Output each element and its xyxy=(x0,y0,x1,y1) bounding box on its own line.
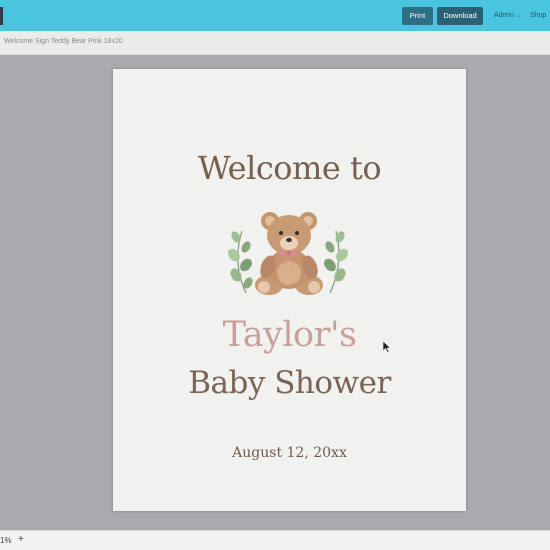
admin-menu-label: Admin xyxy=(494,12,514,19)
shop-link[interactable]: Shop xyxy=(530,7,546,25)
download-button[interactable]: Download xyxy=(437,7,483,25)
document-title: Welcome Sign Teddy Bear Pink 18x20 xyxy=(4,38,123,45)
event-date-text[interactable]: August 12, 20xx xyxy=(113,445,466,461)
print-button[interactable]: Print xyxy=(402,7,433,25)
zoom-level: 1% xyxy=(0,536,12,545)
event-title-text[interactable]: Baby Shower xyxy=(113,365,466,401)
teddy-bear-illustration[interactable] xyxy=(224,203,352,301)
mouse-cursor-icon xyxy=(383,341,391,353)
chevron-down-icon: ⌄ xyxy=(515,13,521,19)
document-bar: Welcome Sign Teddy Bear Pink 18x20 xyxy=(0,31,550,55)
welcome-text[interactable]: Welcome to xyxy=(113,149,466,187)
top-toolbar: Print Download Admin ⌄ Shop xyxy=(0,0,550,31)
guest-name-text[interactable]: Taylor's xyxy=(113,315,466,355)
eucalyptus-right-icon xyxy=(324,230,348,294)
admin-menu[interactable]: Admin ⌄ xyxy=(494,7,521,25)
sign-page[interactable]: Welcome to Taylor's Baby Shower August 1… xyxy=(113,69,466,511)
eucalyptus-left-icon xyxy=(228,230,253,294)
teddy-bear-icon xyxy=(255,212,323,295)
menu-toggle-icon[interactable] xyxy=(0,7,3,25)
bottom-zoom-bar: 1% + xyxy=(0,530,550,550)
zoom-in-button[interactable]: + xyxy=(18,534,24,545)
